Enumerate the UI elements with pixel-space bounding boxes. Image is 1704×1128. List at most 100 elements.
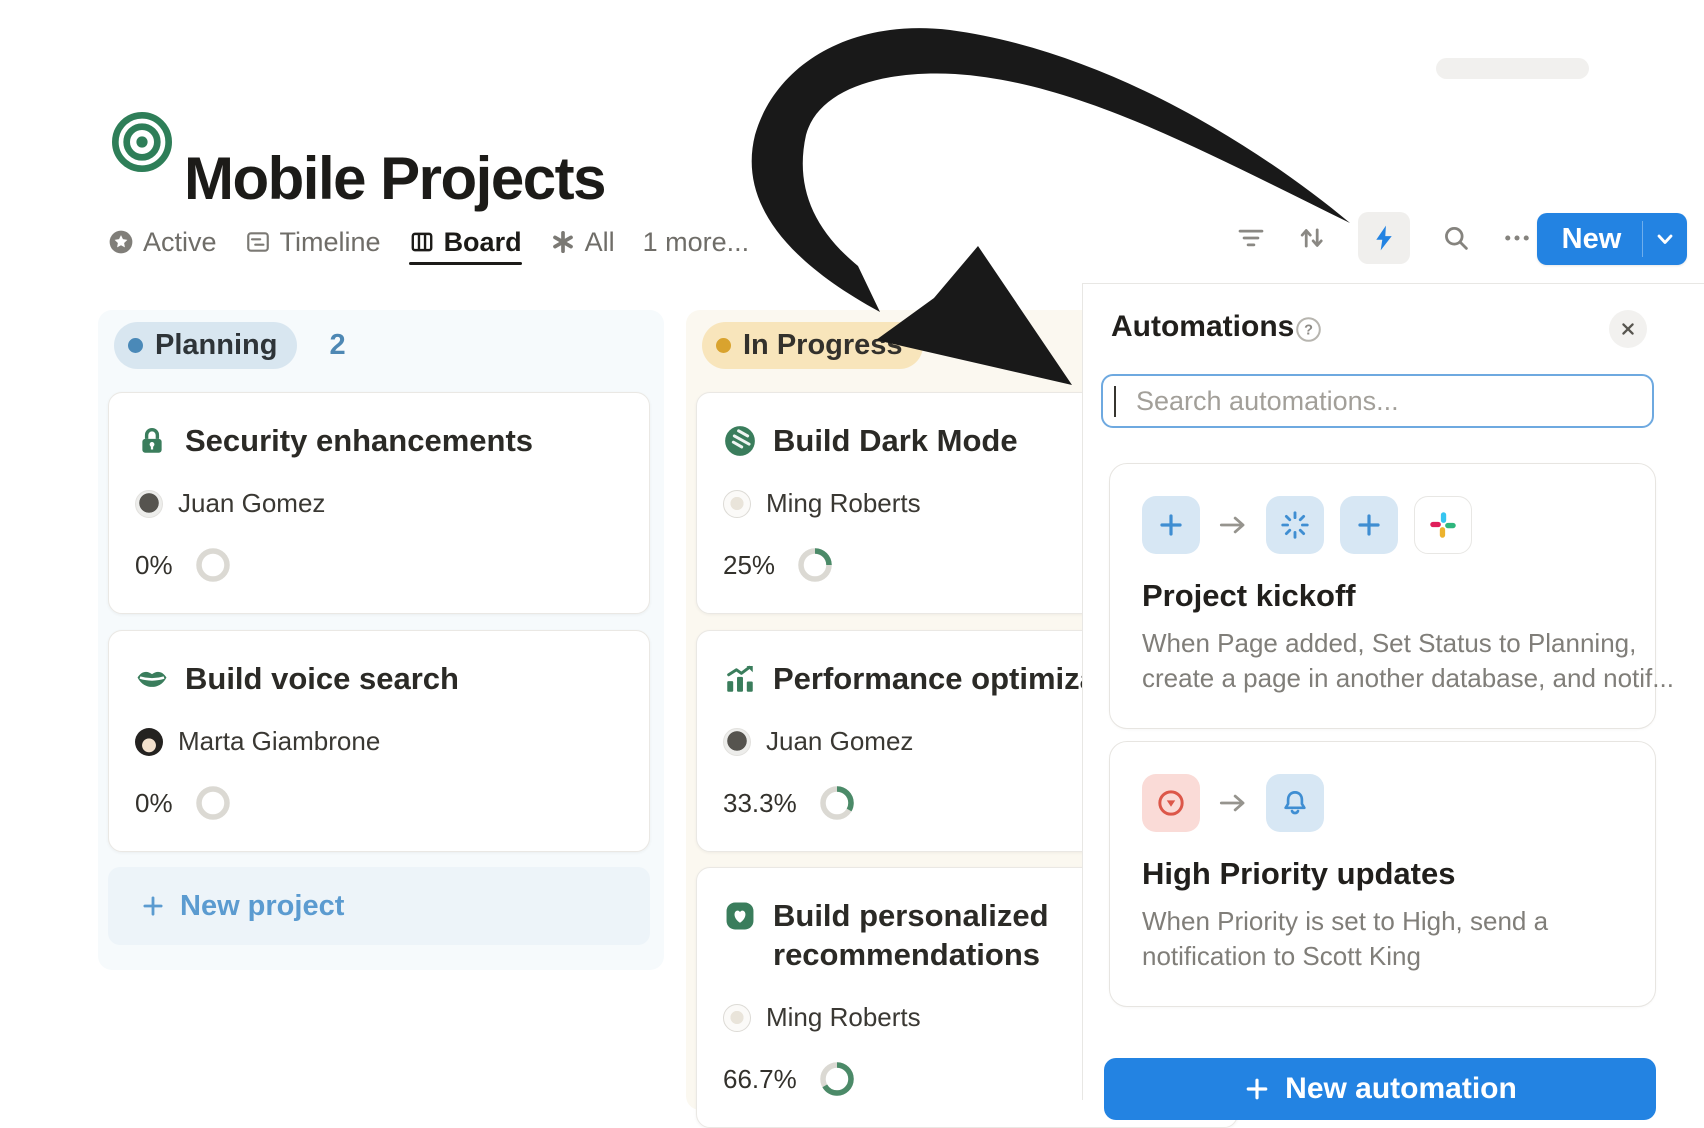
automations-panel: Automations ? Project kickoff When Page a… (1082, 283, 1704, 1100)
status-dot (716, 338, 731, 353)
tab-label: Timeline (280, 227, 381, 258)
new-project-label: New project (180, 890, 344, 923)
panel-title: Automations (1111, 310, 1294, 344)
card-title-row: Security enhancements (135, 421, 623, 460)
tab-label: All (585, 227, 615, 258)
dark-mode-icon (723, 424, 757, 458)
tab-board[interactable]: Board (409, 227, 522, 258)
assignee-name: Juan Gomez (766, 726, 913, 757)
tab-timeline[interactable]: Timeline (245, 227, 381, 258)
tab-label: 1 more... (643, 227, 750, 258)
chevron-down-icon[interactable] (1642, 221, 1687, 257)
help-icon[interactable]: ? (1295, 316, 1322, 343)
progress-ring (193, 783, 233, 823)
automation-icon-row (1142, 774, 1623, 832)
slack-icon (1426, 508, 1460, 542)
automation-description: create a page in another database, and n… (1142, 661, 1623, 696)
progress-ring (795, 545, 835, 585)
assignee-name: Ming Roberts (766, 488, 921, 519)
progress-ring (817, 783, 857, 823)
tab-all[interactable]: All (550, 227, 615, 258)
card-title: Security enhancements (185, 421, 533, 460)
avatar (135, 728, 163, 756)
new-automation-label: New automation (1285, 1072, 1517, 1106)
assignee-row: Marta Giambrone (135, 726, 623, 757)
new-button-label[interactable]: New (1537, 223, 1642, 256)
priority-icon (1154, 786, 1188, 820)
card-title: Build Dark Mode (773, 421, 1018, 460)
svg-text:?: ? (1304, 323, 1313, 339)
progress-row: 0% (135, 783, 623, 823)
board-icon (409, 229, 435, 255)
status-pill-planning[interactable]: Planning (114, 322, 297, 369)
project-card[interactable]: Security enhancements Juan Gomez 0% (108, 392, 650, 614)
tab-label: Board (444, 227, 522, 258)
star-circle-icon (108, 229, 134, 255)
avatar (723, 728, 751, 756)
priority-icon-tile (1142, 774, 1200, 832)
page-title: Mobile Projects (184, 144, 605, 213)
tab-label: Active (143, 227, 217, 258)
new-project-button[interactable]: New project (108, 867, 650, 945)
column-header: Planning 2 (114, 322, 346, 369)
project-card[interactable]: Build voice search Marta Giambrone0% (108, 630, 650, 852)
close-icon (1617, 318, 1639, 340)
lips-icon (135, 662, 169, 696)
active-tab-underline (409, 262, 522, 265)
automation-description: When Page added, Set Status to Planning, (1142, 626, 1623, 661)
assignee-row: Juan Gomez (135, 488, 623, 519)
arrow-right-icon (1216, 508, 1250, 542)
column-name: Planning (155, 329, 277, 362)
blurred-artifact (1436, 58, 1589, 79)
progress-label: 0% (135, 788, 173, 819)
search-icon[interactable] (1441, 223, 1471, 253)
column-name: In Progress (743, 329, 903, 362)
plus-icon-tile (1340, 496, 1398, 554)
tab-active[interactable]: Active (108, 227, 217, 258)
automation-title: Project kickoff (1142, 578, 1623, 614)
filter-icon[interactable] (1236, 223, 1266, 253)
column-header: In Progress (702, 322, 923, 369)
automations-bolt-icon[interactable] (1358, 212, 1410, 264)
avatar (135, 490, 163, 518)
status-pill-in-progress[interactable]: In Progress (702, 322, 923, 369)
plus-icon (140, 893, 166, 919)
spinner-icon-tile (1266, 496, 1324, 554)
asterisk-icon (550, 229, 576, 255)
automation-description: notification to Scott King (1142, 939, 1623, 974)
card-title-row: Build voice search (135, 659, 623, 698)
target-icon (110, 110, 174, 174)
bell-icon (1278, 786, 1312, 820)
heart-icon (723, 899, 757, 933)
progress-label: 33.3% (723, 788, 797, 819)
assignee-name: Ming Roberts (766, 1002, 921, 1033)
plus-icon (1154, 508, 1188, 542)
assignee-name: Marta Giambrone (178, 726, 380, 757)
status-dot (128, 338, 143, 353)
lock-icon (135, 424, 169, 458)
more-icon[interactable] (1502, 223, 1532, 253)
plus-icon (1352, 508, 1386, 542)
column-planning: Planning 2 Security enhancements Juan Gomez… (98, 310, 664, 970)
board-toolbar (1236, 212, 1532, 264)
spinner-icon (1278, 508, 1312, 542)
new-automation-button[interactable]: New automation (1104, 1058, 1656, 1120)
automations-search-input[interactable] (1101, 374, 1654, 428)
plus-icon-tile (1142, 496, 1200, 554)
tab-1-more[interactable]: 1 more... (643, 227, 750, 258)
progress-label: 25% (723, 550, 775, 581)
column-count: 2 (329, 329, 345, 362)
automation-icon-row (1142, 496, 1623, 554)
progress-label: 66.7% (723, 1064, 797, 1095)
automation-description: When Priority is set to High, send a (1142, 904, 1623, 939)
view-tabs: Active Timeline Board All 1 more... (108, 220, 749, 264)
automation-card-project-kickoff[interactable]: Project kickoff When Page added, Set Stat… (1109, 463, 1656, 729)
automation-card-high-priority-updates[interactable]: High Priority updatesWhen Priority is se… (1109, 741, 1656, 1007)
close-button[interactable] (1609, 310, 1647, 348)
arrow-right-icon (1216, 786, 1250, 820)
progress-ring (817, 1059, 857, 1099)
performance-chart-icon (723, 662, 757, 696)
sort-icon[interactable] (1297, 223, 1327, 253)
progress-label: 0% (135, 550, 173, 581)
new-button[interactable]: New (1537, 213, 1687, 265)
